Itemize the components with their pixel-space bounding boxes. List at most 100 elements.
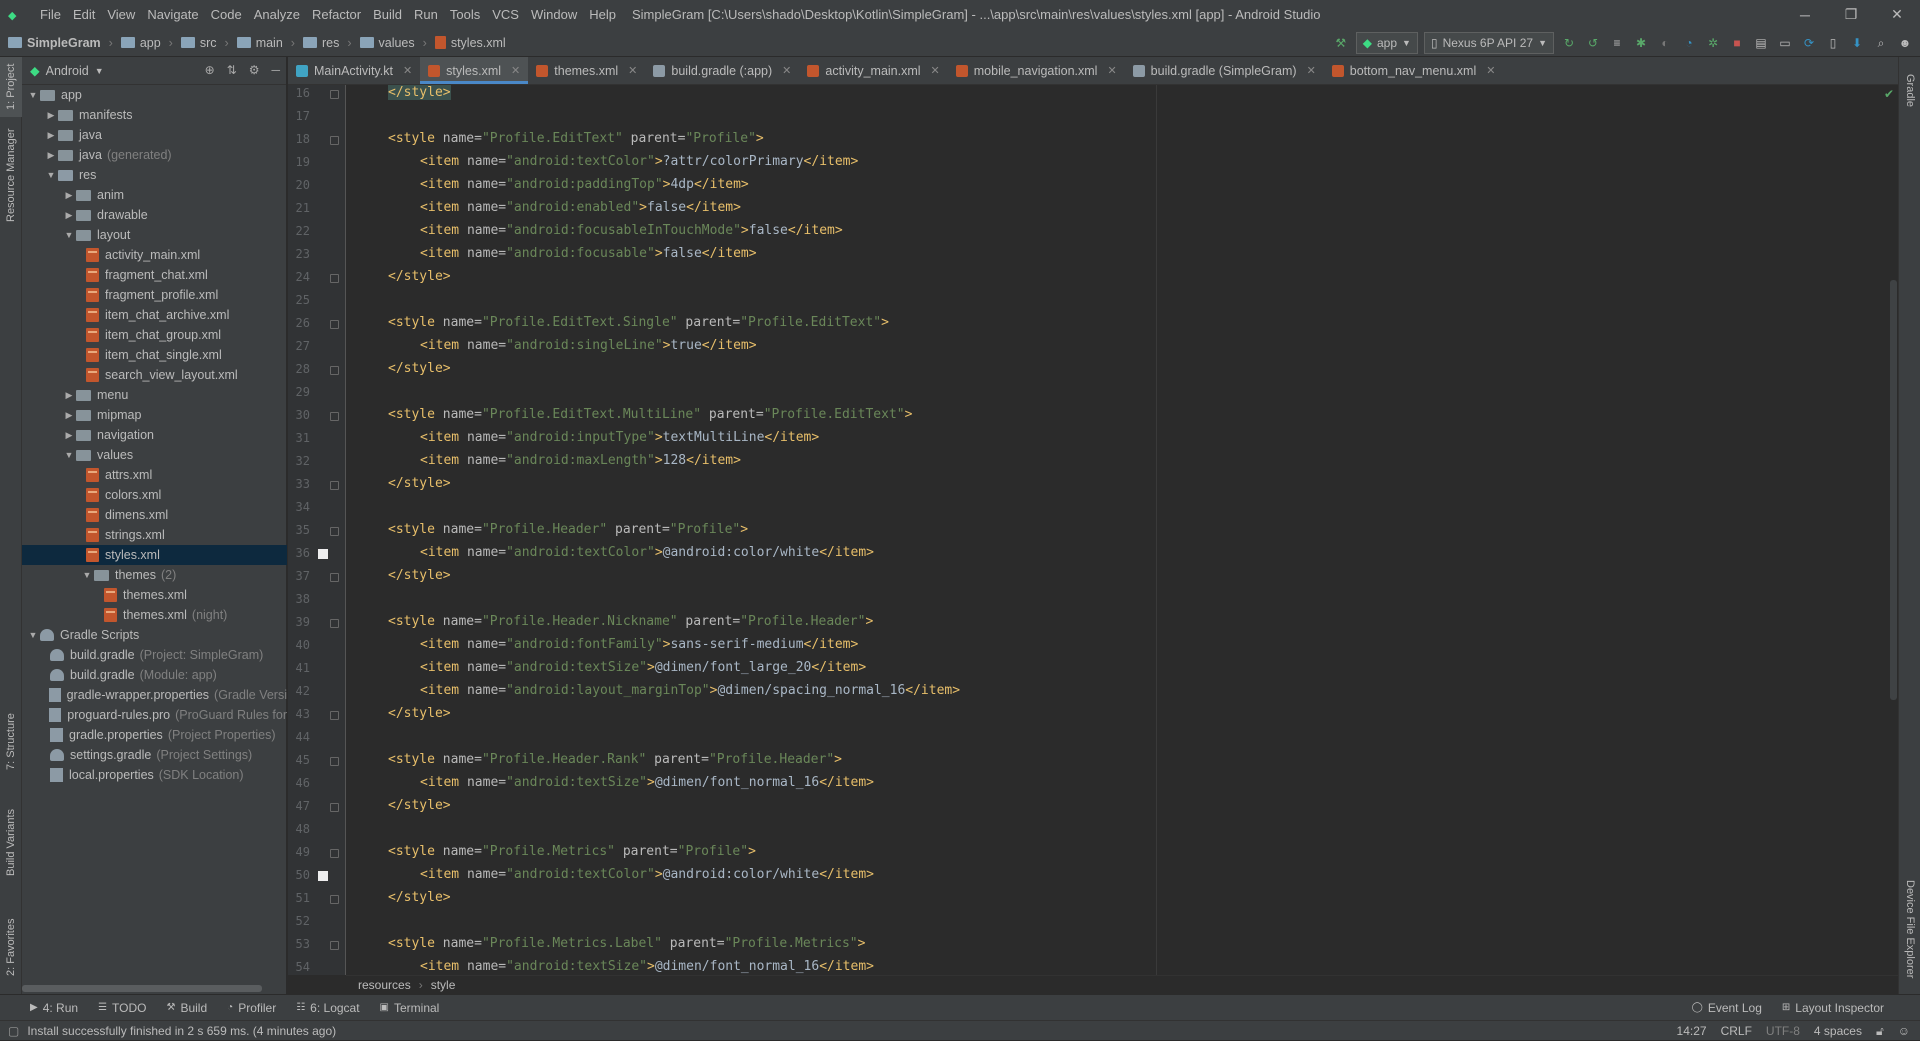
project-tree-item[interactable]: ▼ layout bbox=[22, 225, 287, 245]
menu-navigate[interactable]: Navigate bbox=[141, 7, 204, 22]
menu-code[interactable]: Code bbox=[205, 7, 248, 22]
project-tree-item[interactable]: local.properties (SDK Location) bbox=[22, 765, 287, 785]
project-tree-item[interactable]: gradle.properties (Project Properties) bbox=[22, 725, 287, 745]
fold-marker-icon[interactable] bbox=[330, 90, 339, 99]
breadcrumb-item[interactable]: SimpleGram › bbox=[0, 36, 113, 50]
file-encoding[interactable]: UTF-8 bbox=[1766, 1024, 1800, 1038]
close-tab-icon[interactable]: ✕ bbox=[931, 64, 940, 77]
fold-marker-icon[interactable] bbox=[330, 136, 339, 145]
menu-tools[interactable]: Tools bbox=[444, 7, 486, 22]
chevron-down-icon[interactable]: ▼ bbox=[80, 570, 94, 580]
fold-marker-icon[interactable] bbox=[330, 320, 339, 329]
bookmark-icon[interactable] bbox=[318, 871, 328, 881]
resource-manager-tab[interactable]: Resource Manager bbox=[0, 125, 22, 225]
bottom-tab-terminal[interactable]: ▣ Terminal bbox=[370, 1001, 450, 1015]
gradle-tab[interactable]: Gradle bbox=[1899, 61, 1920, 121]
editor-tab[interactable]: bottom_nav_menu.xml ✕ bbox=[1324, 57, 1504, 84]
fold-marker-icon[interactable] bbox=[330, 757, 339, 766]
fold-marker-icon[interactable] bbox=[330, 941, 339, 950]
bottom-tab-run[interactable]: ▶ 4: Run bbox=[20, 1001, 88, 1015]
breadcrumb-item[interactable]: values › bbox=[352, 36, 427, 50]
project-tree-item[interactable]: ▼ themes (2) bbox=[22, 565, 287, 585]
menu-edit[interactable]: Edit bbox=[67, 7, 101, 22]
project-tree-item[interactable]: activity_main.xml bbox=[22, 245, 287, 265]
attach-debugger-icon[interactable]: ✲ bbox=[1704, 35, 1722, 51]
lock-icon[interactable]: 🔓︎ bbox=[1876, 1024, 1884, 1039]
chevron-right-icon[interactable]: ▶ bbox=[62, 390, 76, 401]
menu-window[interactable]: Window bbox=[525, 7, 583, 22]
breadcrumb-item[interactable]: res › bbox=[295, 36, 352, 50]
fold-marker-icon[interactable] bbox=[330, 619, 339, 628]
menu-analyze[interactable]: Analyze bbox=[248, 7, 306, 22]
editor-tab[interactable]: activity_main.xml ✕ bbox=[799, 57, 947, 84]
project-tree-item[interactable]: ▶ java bbox=[22, 125, 287, 145]
close-tab-icon[interactable]: ✕ bbox=[511, 64, 520, 77]
indent-setting[interactable]: 4 spaces bbox=[1814, 1024, 1862, 1038]
coverage-icon[interactable]: ◐ bbox=[1656, 35, 1674, 51]
breadcrumb-item[interactable]: main › bbox=[229, 36, 295, 50]
favorites-tab[interactable]: 2: Favorites bbox=[0, 907, 22, 987]
editor-tab[interactable]: themes.xml ✕ bbox=[528, 57, 645, 84]
fold-marker-icon[interactable] bbox=[330, 849, 339, 858]
fold-marker-icon[interactable] bbox=[330, 412, 339, 421]
restore-icon[interactable]: ❐ bbox=[1828, 0, 1874, 29]
status-toggle-icon[interactable]: ▢ bbox=[8, 1024, 19, 1038]
close-tab-icon[interactable]: ✕ bbox=[628, 64, 637, 77]
fold-marker-icon[interactable] bbox=[330, 481, 339, 490]
close-tab-icon[interactable]: ✕ bbox=[782, 64, 791, 77]
project-tree-item[interactable]: proguard-rules.pro (ProGuard Rules for bbox=[22, 705, 287, 725]
menu-help[interactable]: Help bbox=[583, 7, 622, 22]
line-separator[interactable]: CRLF bbox=[1721, 1024, 1752, 1038]
debug-icon[interactable]: ✱ bbox=[1632, 35, 1650, 51]
close-tab-icon[interactable]: ✕ bbox=[1307, 64, 1316, 77]
fold-marker-icon[interactable] bbox=[330, 527, 339, 536]
apply-changes-icon[interactable]: ↺ bbox=[1584, 35, 1602, 51]
project-tree-item[interactable]: ▶ anim bbox=[22, 185, 287, 205]
device-select[interactable]: ▯ Nexus 6P API 27 ▼ bbox=[1423, 32, 1554, 54]
profile-icon[interactable]: ◔ bbox=[1680, 35, 1698, 51]
menu-refactor[interactable]: Refactor bbox=[306, 7, 367, 22]
chevron-right-icon[interactable]: ▶ bbox=[62, 410, 76, 421]
editor-vertical-scrollbar[interactable] bbox=[1890, 280, 1897, 700]
project-tree-item[interactable]: build.gradle (Project: SimpleGram) bbox=[22, 645, 287, 665]
project-tree-item[interactable]: build.gradle (Module: app) bbox=[22, 665, 287, 685]
chevron-down-icon[interactable]: ▼ bbox=[44, 170, 58, 180]
hide-panel-icon[interactable]: ─ bbox=[271, 63, 280, 77]
project-tree-item[interactable]: ▶ drawable bbox=[22, 205, 287, 225]
close-tab-icon[interactable]: ✕ bbox=[403, 64, 412, 77]
project-tree-item[interactable]: fragment_chat.xml bbox=[22, 265, 287, 285]
project-tree-item[interactable]: ▼ Gradle Scripts bbox=[22, 625, 287, 645]
project-tree-item[interactable]: ▶ java (generated) bbox=[22, 145, 287, 165]
locate-file-icon[interactable]: ⊕ bbox=[205, 63, 215, 77]
project-tree-item[interactable]: themes.xml bbox=[22, 585, 287, 605]
project-tree-item[interactable]: item_chat_archive.xml bbox=[22, 305, 287, 325]
editor-tab[interactable]: build.gradle (:app) ✕ bbox=[645, 57, 799, 84]
bookmark-icon[interactable] bbox=[318, 549, 328, 559]
project-tree-item[interactable]: ▼ res bbox=[22, 165, 287, 185]
make-project-icon[interactable]: ⚒ bbox=[1332, 35, 1350, 51]
run-list-icon[interactable]: ≡ bbox=[1608, 35, 1626, 51]
chevron-right-icon[interactable]: ▶ bbox=[62, 210, 76, 221]
project-tree-item[interactable]: themes.xml (night) bbox=[22, 605, 287, 625]
project-structure-icon[interactable]: ▤ bbox=[1752, 35, 1770, 51]
editor-tab[interactable]: MainActivity.kt ✕ bbox=[288, 57, 420, 84]
device-file-explorer-tab[interactable]: Device File Explorer bbox=[1899, 867, 1920, 992]
collapse-all-icon[interactable]: ⇅ bbox=[227, 63, 237, 77]
breadcrumb-style[interactable]: style bbox=[431, 978, 456, 992]
chevron-down-icon[interactable]: ▼ bbox=[62, 450, 76, 460]
project-tree-item[interactable]: search_view_layout.xml bbox=[22, 365, 287, 385]
bottom-tab-todo[interactable]: ☰ TODO bbox=[88, 1001, 156, 1015]
chevron-right-icon[interactable]: ▶ bbox=[44, 130, 58, 141]
project-horizontal-scrollbar[interactable] bbox=[22, 985, 262, 992]
breadcrumb-item[interactable]: app › bbox=[113, 36, 173, 50]
run-config-select[interactable]: ◆ app ▼ bbox=[1355, 32, 1418, 54]
menu-vcs[interactable]: VCS bbox=[486, 7, 525, 22]
project-tree-item[interactable]: ▶ manifests bbox=[22, 105, 287, 125]
minimize-icon[interactable]: ─ bbox=[1782, 0, 1828, 29]
bottom-tab-event-log[interactable]: ◯ Event Log bbox=[1682, 1001, 1772, 1015]
breadcrumb-item[interactable]: styles.xml bbox=[427, 36, 506, 50]
menu-build[interactable]: Build bbox=[367, 7, 408, 22]
fold-marker-icon[interactable] bbox=[330, 366, 339, 375]
breadcrumb-item[interactable]: src › bbox=[173, 36, 229, 50]
fold-marker-icon[interactable] bbox=[330, 711, 339, 720]
